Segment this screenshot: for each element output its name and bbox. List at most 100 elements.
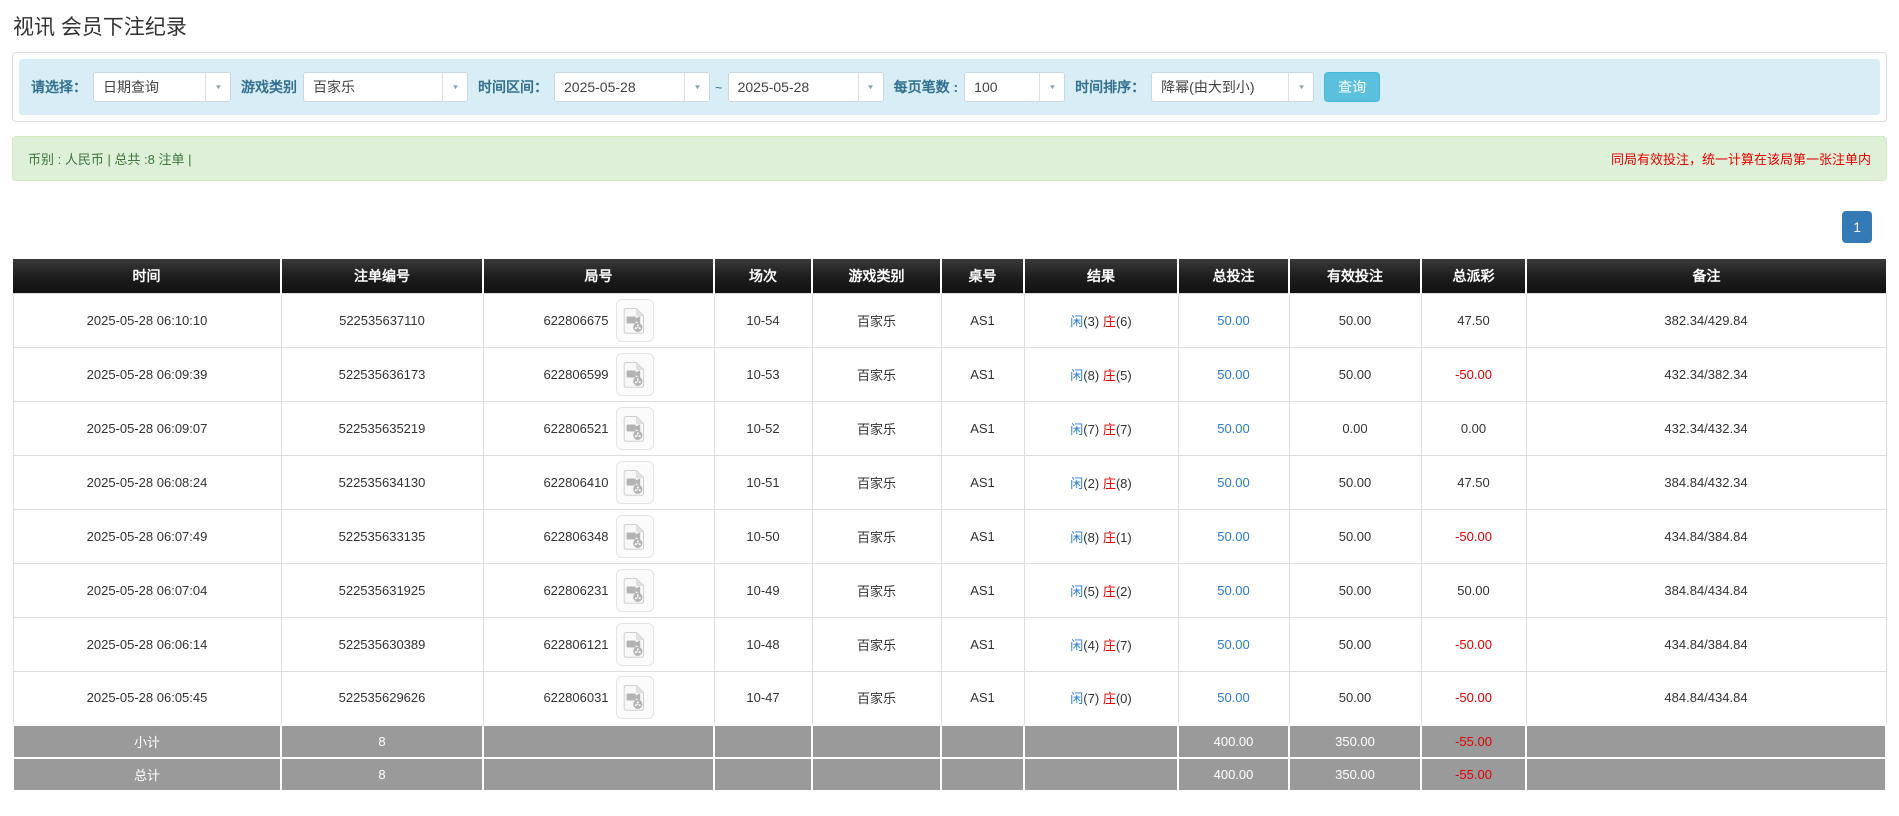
cell-round-id: 622806121 [482,616,715,672]
cell-remark: 384.84/434.84 [1525,562,1887,618]
total-bet-link[interactable]: 50.00 [1217,583,1250,598]
cell-total-bet: 50.00 [1177,346,1290,402]
result-banker: 庄(7) [1102,637,1132,653]
chevron-down-icon [857,73,883,101]
cell-bet-id: 522535629626 [280,670,484,726]
cell-result: 闲(2) 庄(8) [1023,454,1179,510]
chevron-down-icon [1039,73,1065,101]
cell-round-id: 622806599 [482,346,715,402]
chevron-down-icon [684,73,709,101]
cell-payout: -50.00 [1420,616,1527,672]
video-replay-button[interactable] [615,568,654,612]
result-banker: 庄(2) [1102,583,1132,599]
footer-total-bet: 400.00 [1177,757,1290,792]
footer-valid-bet: 350.00 [1288,757,1422,792]
cell-total-bet: 50.00 [1177,400,1290,456]
summary-note: 同局有效投注，统一计算在该局第一张注单内 [1610,152,1871,167]
total-bet-link[interactable]: 50.00 [1217,367,1250,382]
cell-session: 10-52 [713,400,813,456]
cell-game-type: 百家乐 [811,562,942,618]
header-game-type: 游戏类别 [812,259,942,293]
page-size-value: 100 [974,79,998,95]
video-replay-button[interactable] [615,514,654,558]
cell-total-bet: 50.00 [1177,508,1290,564]
cell-game-type: 百家乐 [811,508,942,564]
sort-order-select[interactable]: 降幂(由大到小) [1151,72,1315,102]
cell-session: 10-51 [713,454,813,510]
cell-payout: -50.00 [1420,346,1527,402]
video-replay-button[interactable] [615,676,654,720]
video-replay-button[interactable] [615,298,654,342]
query-type-select[interactable]: 日期查询 [93,72,231,102]
game-type-select[interactable]: 百家乐 [303,72,468,102]
cell-remark: 384.84/432.34 [1525,454,1887,510]
total-bet-link[interactable]: 50.00 [1217,637,1250,652]
cell-total-bet: 50.00 [1177,454,1290,510]
video-replay-document-icon [623,523,645,550]
video-replay-document-icon [623,469,645,496]
table-row: 2025-05-28 06:06:14 522535630389 622806121… [12,616,1887,672]
total-bet-link[interactable]: 50.00 [1217,421,1250,436]
game-type-label: 游戏类别 [241,79,297,95]
cell-bet-id: 522535631925 [280,562,484,618]
cell-game-type: 百家乐 [811,670,942,726]
cell-result: 闲(8) 庄(1) [1023,508,1179,564]
cell-table-id: AS1 [940,346,1025,402]
sort-order-label: 时间排序： [1075,79,1146,95]
total-bet-link[interactable]: 50.00 [1217,529,1250,544]
search-button[interactable]: 查询 [1324,72,1381,102]
filter-panel: 请选择： 日期查询 游戏类别 百家乐 时间区间： 2025-05-28 ~ 20… [12,52,1887,122]
summary-bar: 币别 : 人民币 | 总共 :8 注单 | 同局有效投注，统一计算在该局第一张注… [12,136,1887,181]
cell-bet-id: 522535637110 [280,292,484,348]
cell-valid-bet: 50.00 [1288,616,1422,672]
date-to-picker[interactable]: 2025-05-28 [727,72,884,102]
cell-round-id: 622806231 [482,562,715,618]
total-bet-link[interactable]: 50.00 [1217,313,1250,328]
header-payout: 总派彩 [1421,259,1527,293]
cell-round-id: 622806348 [482,508,715,564]
video-replay-button[interactable] [615,406,654,450]
round-number: 622806599 [543,366,609,382]
result-player: 闲(2) [1070,475,1100,491]
result-banker: 庄(1) [1102,529,1132,545]
cell-round-id: 622806031 [482,670,715,726]
video-replay-button[interactable] [615,352,654,396]
table-row: 2025-05-28 06:07:49 522535633135 622806348… [12,508,1887,564]
cell-round-id: 622806675 [482,292,715,348]
video-replay-button[interactable] [615,622,654,666]
cell-session: 10-53 [713,346,813,402]
page-1-button[interactable]: 1 [1842,211,1872,243]
time-range-label: 时间区间： [478,79,548,95]
result-player: 闲(5) [1070,583,1100,599]
table-row: 2025-05-28 06:09:07 522535635219 622806521… [12,400,1887,456]
chevron-down-icon [205,73,230,101]
table-footer: 小计 8 400.00 350.00 -55.00 总计 8 400.00 350.00 -55.… [12,724,1887,792]
result-banker: 庄(0) [1102,691,1132,707]
cell-time: 2025-05-28 06:09:39 [12,346,282,402]
footer-label: 小计 [12,724,282,759]
cell-table-id: AS1 [940,400,1025,456]
total-bet-link[interactable]: 50.00 [1217,690,1250,705]
cell-table-id: AS1 [940,292,1025,348]
header-round-id: 局号 [483,259,715,293]
result-banker: 庄(5) [1102,367,1132,383]
date-from-picker[interactable]: 2025-05-28 [554,72,710,102]
cell-valid-bet: 50.00 [1288,346,1422,402]
cell-bet-id: 522535636173 [280,346,484,402]
cell-session: 10-47 [713,670,813,726]
round-number: 622806410 [543,474,609,490]
page-size-select[interactable]: 100 [964,72,1066,102]
bet-records-table: 时间 注单编号 局号 场次 游戏类别 桌号 结果 总投注 有效投注 总派彩 备注… [12,259,1887,792]
video-replay-button[interactable] [615,460,654,504]
cell-table-id: AS1 [940,454,1025,510]
cell-remark: 484.84/434.84 [1525,670,1887,726]
total-bet-link[interactable]: 50.00 [1217,475,1250,490]
cell-session: 10-54 [713,292,813,348]
round-number: 622806675 [543,312,609,328]
cell-result: 闲(7) 庄(0) [1023,670,1179,726]
filter-bar: 请选择： 日期查询 游戏类别 百家乐 时间区间： 2025-05-28 ~ 20… [19,59,1880,115]
query-type-value: 日期查询 [103,79,159,95]
cell-payout: 50.00 [1420,562,1527,618]
cell-remark: 382.34/429.84 [1525,292,1887,348]
total-row: 总计 8 400.00 350.00 -55.00 [12,757,1887,792]
